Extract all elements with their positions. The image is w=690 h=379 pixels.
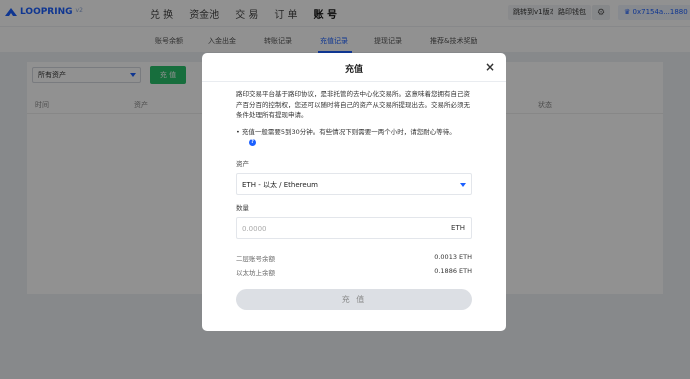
timing-note: • 充值一般需要5到30分钟。有些情况下则需要一两个小时，请您耐心等待。 <box>236 128 456 136</box>
asset-select[interactable]: ETH - 以太 / Ethereum <box>236 173 472 195</box>
asset-select-value: ETH - 以太 / Ethereum <box>242 181 318 189</box>
amount-label: 数量 <box>236 204 249 212</box>
help-icon[interactable]: ? <box>249 139 256 146</box>
modal-title: 充值 <box>344 65 363 75</box>
l1-balance-value: 0.1886 ETH <box>434 267 472 275</box>
amount-input[interactable] <box>242 222 422 235</box>
asset-label: 资产 <box>236 160 249 168</box>
l2-balance-value: 0.0013 ETH <box>434 253 472 261</box>
submit-deposit-button[interactable]: 充 值 <box>236 289 472 310</box>
l2-balance-label: 二层账号余额 <box>236 255 275 263</box>
chevron-down-icon <box>460 183 466 187</box>
amount-unit: ETH <box>451 224 465 232</box>
deposit-modal: 充值 × 路印交易平台基于路印协议，是非托管的去中心化交易所。这意味着您拥有自己… <box>202 53 506 331</box>
intro-text: 路印交易平台基于路印协议，是非托管的去中心化交易所。这意味着您拥有自己资产百分百… <box>236 90 470 119</box>
amount-field: ETH <box>236 217 472 239</box>
modal-header: 充值 × <box>202 53 506 82</box>
close-icon[interactable]: × <box>485 60 495 74</box>
l1-balance-label: 以太坊上余额 <box>236 269 275 277</box>
